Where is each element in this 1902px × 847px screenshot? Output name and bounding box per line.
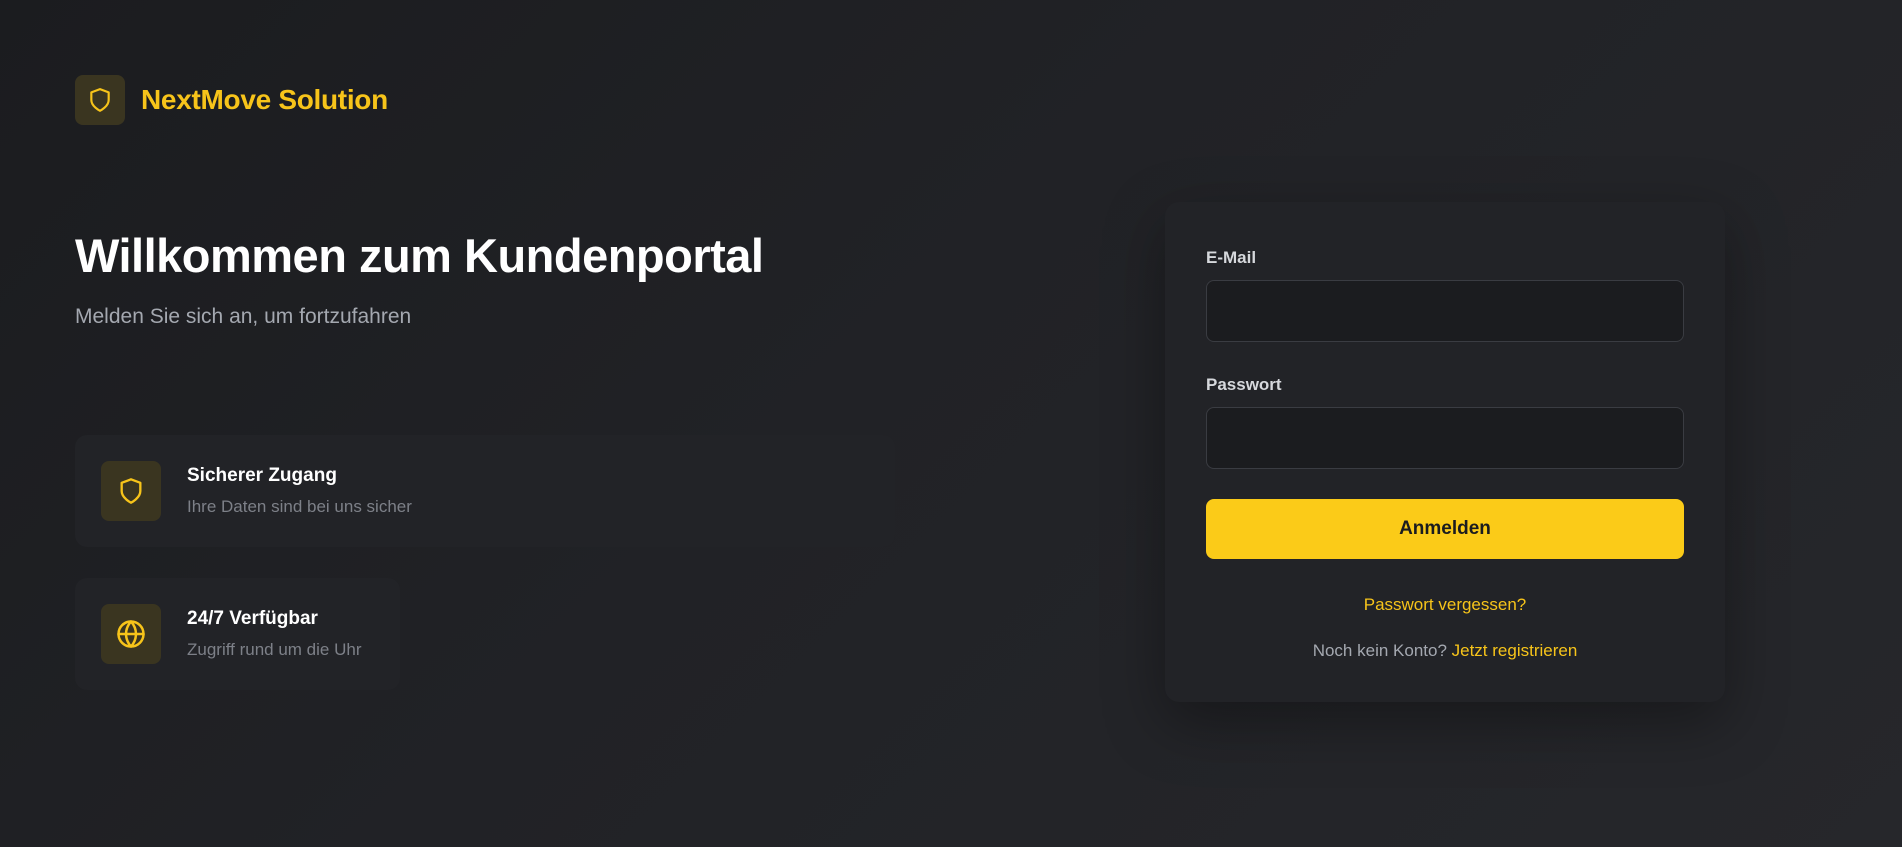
register-link[interactable]: Jetzt registrieren (1452, 641, 1578, 660)
shield-icon (120, 478, 142, 504)
feature-card-availability: 24/7 Verfügbar Zugriff rund um die Uhr (75, 578, 400, 690)
feature-title: Sicherer Zugang (187, 465, 337, 486)
feature-card-secure-access: Sicherer Zugang Ihre Daten sind bei uns … (75, 435, 895, 547)
forgot-password-link[interactable]: Passwort vergessen? (1206, 595, 1684, 615)
login-form: E-Mail Passwort Anmelden Passwort verges… (1165, 202, 1725, 702)
password-label: Passwort (1206, 375, 1282, 394)
feature-description: Ihre Daten sind bei uns sicher (187, 497, 412, 516)
register-row: Noch kein Konto? Jetzt registrieren (1206, 641, 1684, 661)
feature-description: Zugriff rund um die Uhr (187, 640, 362, 659)
password-field[interactable] (1206, 407, 1684, 469)
shield-icon (90, 88, 110, 112)
email-field-group: E-Mail (1206, 248, 1684, 342)
password-field-group: Passwort (1206, 375, 1684, 469)
globe-icon (117, 620, 145, 648)
email-field[interactable] (1206, 280, 1684, 342)
brand-logo (75, 75, 125, 125)
feature-icon-box (101, 461, 161, 521)
register-prompt: Noch kein Konto? (1312, 641, 1452, 660)
feature-title: 24/7 Verfügbar (187, 608, 318, 629)
page-subtitle: Melden Sie sich an, um fortzufahren (75, 305, 412, 328)
brand-name: NextMove Solution (141, 84, 388, 115)
brand: NextMove Solution (75, 75, 388, 125)
login-button[interactable]: Anmelden (1206, 499, 1684, 559)
feature-icon-box (101, 604, 161, 664)
email-label: E-Mail (1206, 248, 1257, 267)
page-title: Willkommen zum Kundenportal (75, 229, 764, 282)
